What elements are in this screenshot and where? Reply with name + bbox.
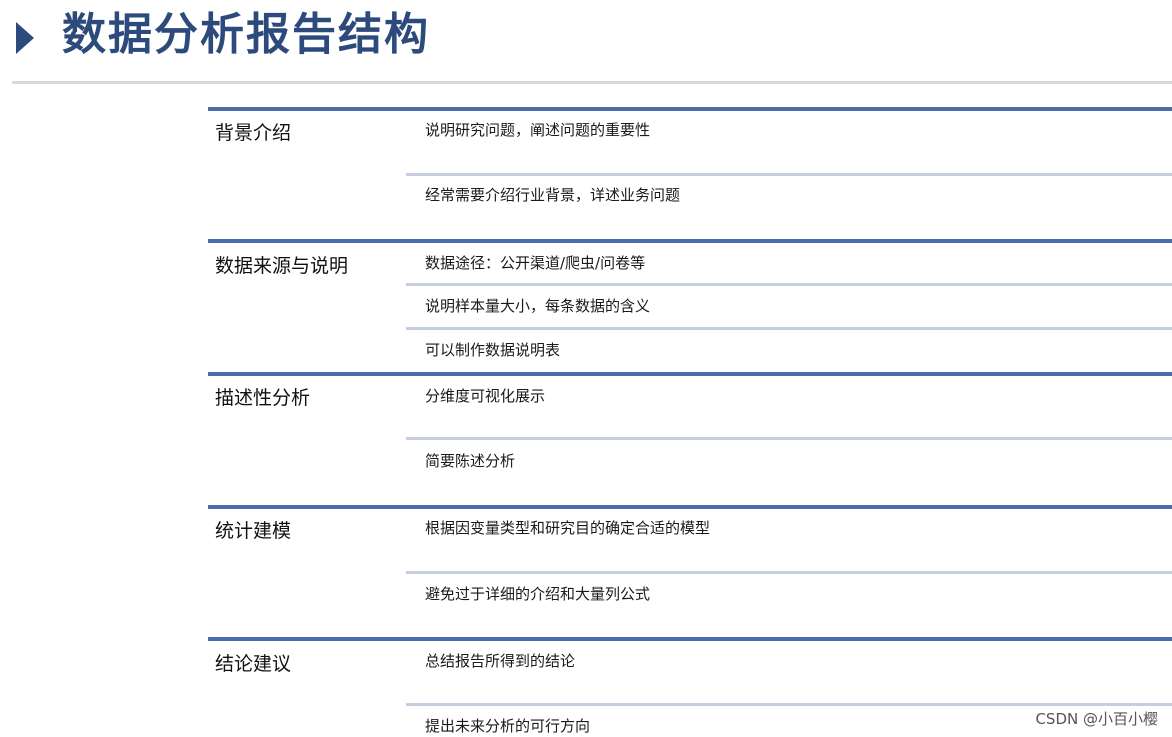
structure-table: 背景介绍 说明研究问题，阐述问题的重要性 经常需要介绍行业背景，详述业务问题 数… — [0, 0, 1172, 737]
section-item: 总结报告所得到的结论 — [425, 652, 576, 670]
section-rule — [208, 372, 1172, 376]
section-item: 说明研究问题，阐述问题的重要性 — [425, 121, 651, 139]
section-title: 统计建模 — [215, 520, 292, 542]
section-title: 描述性分析 — [215, 387, 311, 409]
section-rule — [208, 637, 1172, 641]
item-rule — [406, 173, 1172, 176]
section-title: 数据来源与说明 — [215, 255, 349, 277]
item-rule — [406, 703, 1172, 706]
section-rule — [208, 107, 1172, 111]
section-title: 背景介绍 — [215, 122, 292, 144]
section-rule — [208, 505, 1172, 509]
section-item: 说明样本量大小，每条数据的含义 — [425, 297, 651, 315]
section-item: 避免过于详细的介绍和大量列公式 — [425, 585, 651, 603]
section-item: 数据途径：公开渠道/爬虫/问卷等 — [425, 254, 646, 272]
section-title: 结论建议 — [215, 653, 292, 675]
section-item: 提出未来分析的可行方向 — [425, 717, 591, 735]
section-item: 根据因变量类型和研究目的确定合适的模型 — [425, 519, 711, 537]
section-item: 可以制作数据说明表 — [425, 341, 561, 359]
item-rule — [406, 571, 1172, 574]
item-rule — [406, 327, 1172, 330]
section-rule — [208, 239, 1172, 243]
item-rule — [406, 437, 1172, 440]
section-item: 分维度可视化展示 — [425, 387, 546, 405]
watermark: CSDN @小百小樱 — [1035, 710, 1158, 728]
item-rule — [406, 283, 1172, 286]
section-item: 简要陈述分析 — [425, 452, 516, 470]
section-item: 经常需要介绍行业背景，详述业务问题 — [425, 186, 681, 204]
